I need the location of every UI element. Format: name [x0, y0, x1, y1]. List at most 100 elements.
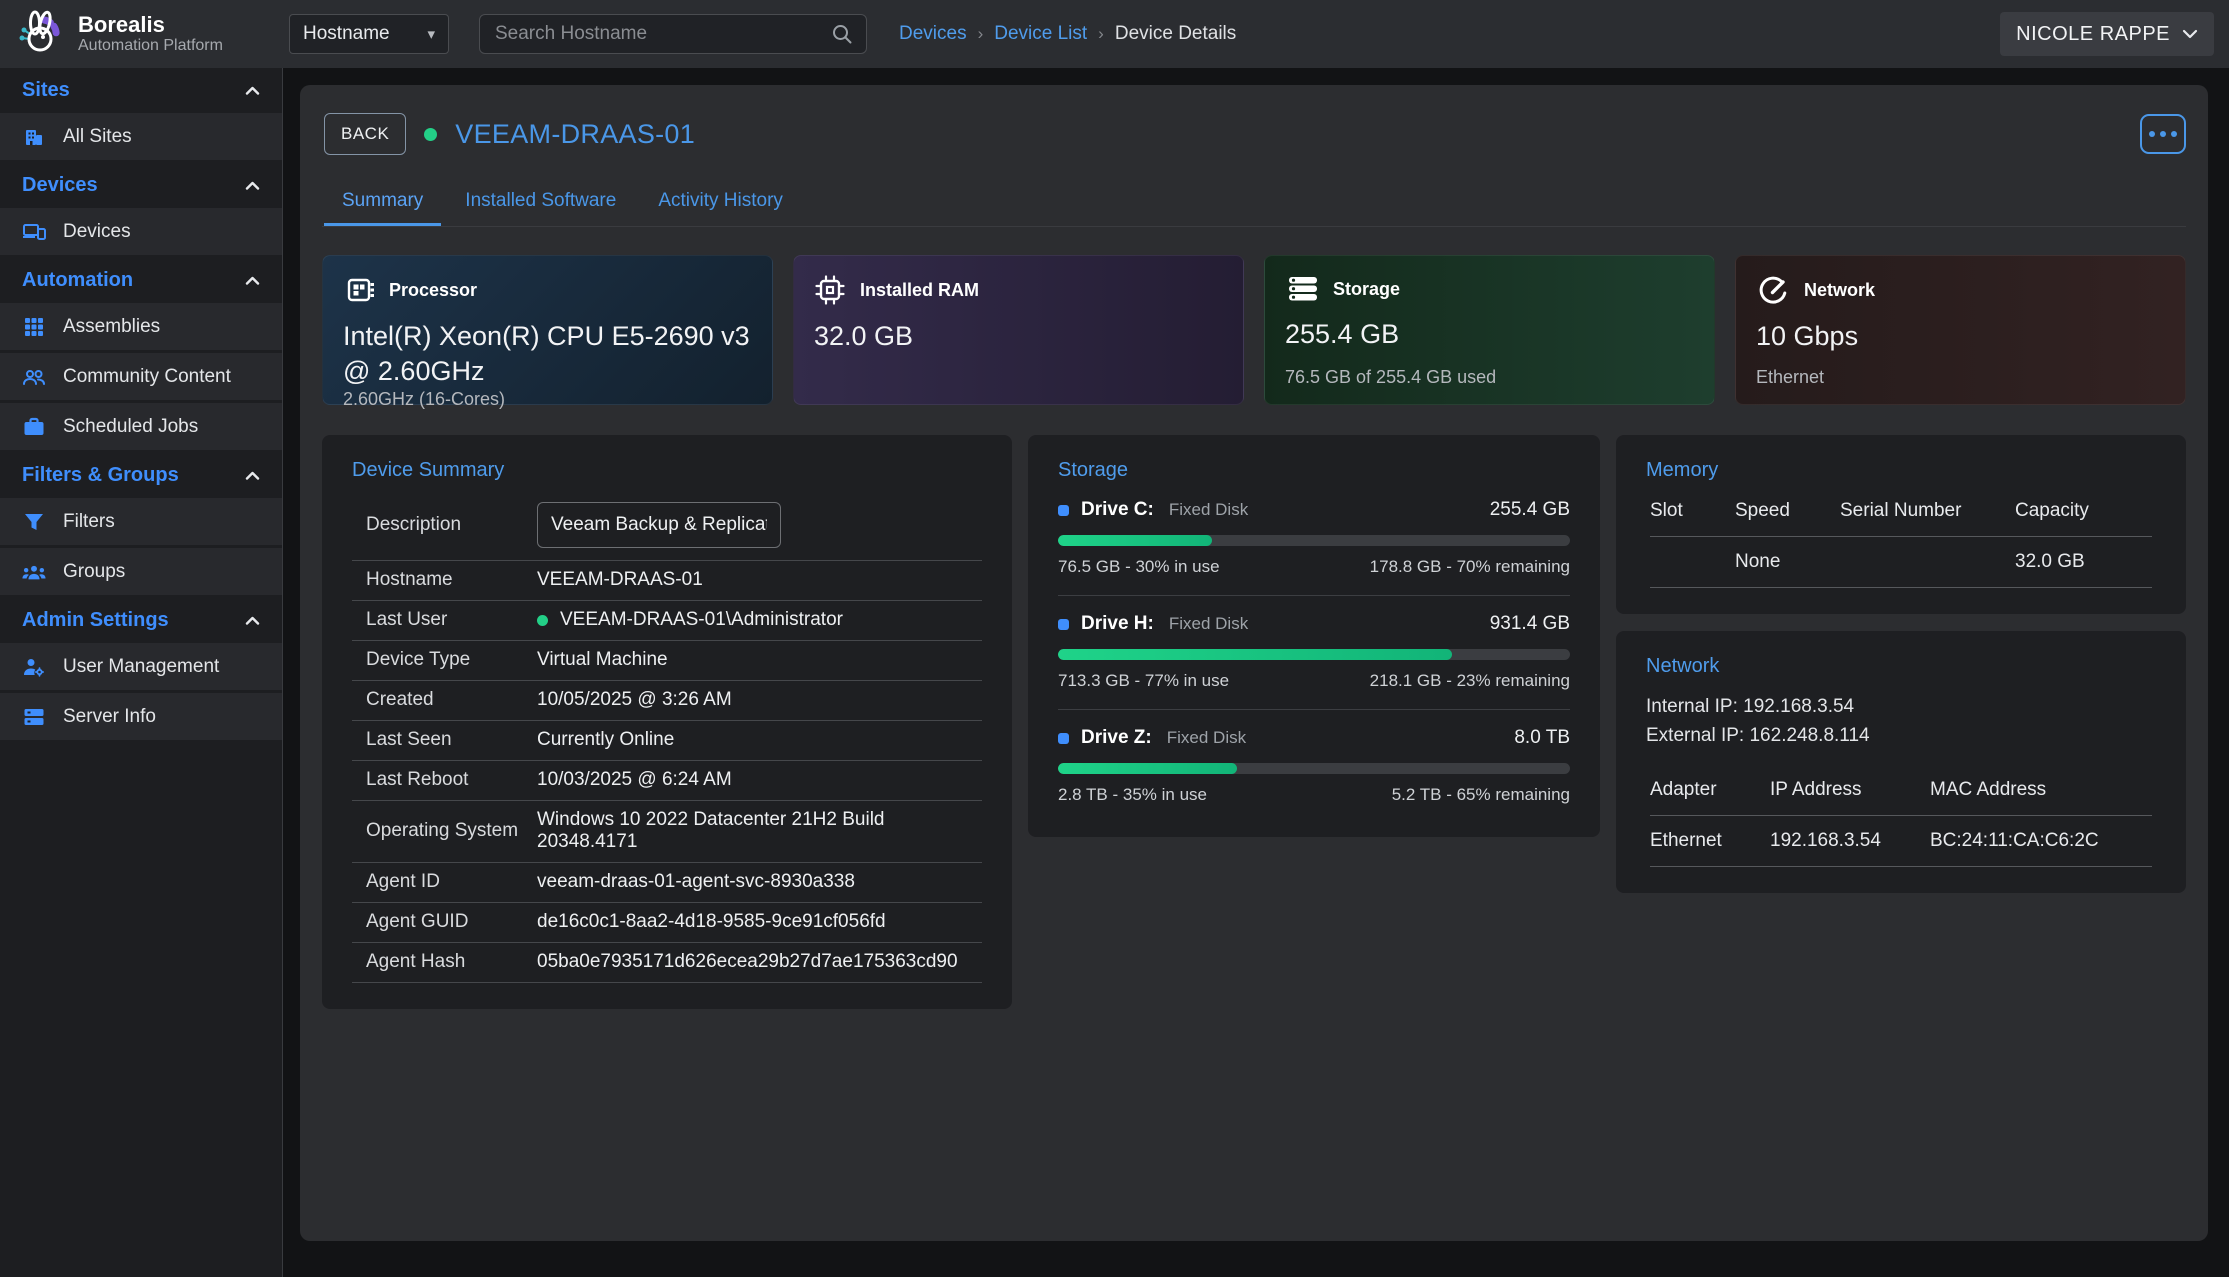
more-actions-button[interactable] — [2140, 114, 2186, 154]
tab-bar: Summary Installed Software Activity Hist… — [322, 177, 2186, 227]
groups-icon — [22, 563, 46, 581]
user-menu-button[interactable]: NICOLE RAPPE — [2000, 12, 2214, 56]
sidebar-item-groups[interactable]: Groups — [0, 548, 282, 595]
drive-remaining-text: 218.1 GB - 23% remaining — [1370, 671, 1570, 691]
section-label: Sites — [22, 79, 70, 102]
drive-used-text: 713.3 GB - 77% in use — [1058, 671, 1229, 691]
user-name: NICOLE RAPPE — [2016, 23, 2170, 46]
sidebar-item-community-content[interactable]: Community Content — [0, 353, 282, 400]
memory-panel: Memory Slot Speed Serial Number Capacity… — [1616, 435, 2186, 614]
breadcrumb-separator: › — [1098, 24, 1104, 44]
ram-value: 32.0 GB — [814, 319, 1223, 354]
card-title: Storage — [1333, 279, 1400, 300]
drive-row: Drive H: Fixed Disk 931.4 GB 713.3 GB - … — [1058, 596, 1570, 710]
search-input[interactable] — [493, 22, 831, 46]
description-input[interactable] — [537, 502, 781, 548]
back-button[interactable]: BACK — [324, 113, 406, 155]
sidebar-item-all-sites[interactable]: All Sites — [0, 113, 282, 160]
chevron-down-icon: ▾ — [427, 25, 435, 43]
right-column: Memory Slot Speed Serial Number Capacity… — [1616, 435, 2186, 893]
panel-title: Network — [1646, 655, 2156, 678]
search-box[interactable] — [479, 14, 867, 54]
chevron-up-icon — [245, 276, 260, 285]
breadcrumb-device-list[interactable]: Device List — [994, 23, 1087, 45]
table-row: Agent Hash 05ba0e7935171d626ecea29b27d7a… — [352, 943, 982, 983]
sidebar-section-filters-groups[interactable]: Filters & Groups — [0, 453, 282, 498]
storage-panel: Storage Drive C: Fixed Disk 255.4 GB 76.… — [1028, 435, 1600, 837]
drive-icon — [1058, 505, 1069, 516]
section-label: Devices — [22, 174, 98, 197]
sidebar-item-label: Server Info — [63, 706, 156, 728]
table-row: Agent ID veeam-draas-01-agent-svc-8930a3… — [352, 863, 982, 903]
topbar: Borealis Automation Platform Hostname ▾ … — [0, 0, 2229, 68]
table-row: Last User VEEAM-DRAAS-01\Administrator — [352, 601, 982, 641]
drive-row: Drive C: Fixed Disk 255.4 GB 76.5 GB - 3… — [1058, 482, 1570, 596]
ellipsis-icon — [2149, 131, 2155, 137]
table-cell: 32.0 GB — [2015, 536, 2152, 588]
briefcase-icon — [22, 417, 46, 437]
storage-card: Storage 255.4 GB 76.5 GB of 255.4 GB use… — [1264, 255, 1715, 405]
table-cell — [1650, 536, 1735, 588]
card-title: Installed RAM — [860, 280, 979, 301]
table-row: Last Reboot 10/03/2025 @ 6:24 AM — [352, 761, 982, 801]
sidebar-item-label: Filters — [63, 511, 115, 533]
table-cell: None — [1735, 536, 1840, 588]
sidebar-item-label: Devices — [63, 221, 131, 243]
sidebar-item-devices[interactable]: Devices — [0, 208, 282, 255]
breadcrumb-devices[interactable]: Devices — [899, 23, 967, 45]
table-cell — [1840, 536, 2015, 588]
user-gear-icon — [22, 657, 46, 677]
sidebar-item-label: User Management — [63, 656, 219, 678]
brand-name: Borealis — [78, 13, 223, 37]
network-card: Network 10 Gbps Ethernet — [1735, 255, 2186, 405]
speedometer-icon — [1756, 274, 1790, 306]
sidebar-section-sites[interactable]: Sites — [0, 68, 282, 113]
section-label: Automation — [22, 269, 133, 292]
storage-value: 255.4 GB — [1285, 317, 1694, 352]
sidebar-section-automation[interactable]: Automation — [0, 258, 282, 303]
device-name-title: VEEAM-DRAAS-01 — [455, 119, 695, 150]
stat-cards: Processor Intel(R) Xeon(R) CPU E5-2690 v… — [322, 255, 2186, 405]
network-subtext: Ethernet — [1756, 367, 2165, 388]
tab-installed-software[interactable]: Installed Software — [447, 177, 634, 226]
brand: Borealis Automation Platform — [0, 8, 283, 60]
tab-activity-history[interactable]: Activity History — [640, 177, 801, 226]
sidebar-item-assemblies[interactable]: Assemblies — [0, 303, 282, 350]
external-ip: External IP: 162.248.8.114 — [1646, 721, 2156, 750]
chevron-up-icon — [245, 86, 260, 95]
drive-usage-bar — [1058, 649, 1570, 660]
online-status-dot — [537, 615, 548, 626]
sidebar-item-filters[interactable]: Filters — [0, 498, 282, 545]
table-row: Hostname VEEAM-DRAAS-01 — [352, 560, 982, 601]
search-icon — [831, 23, 853, 45]
hostname-filter-select[interactable]: Hostname ▾ — [289, 14, 449, 54]
table-row: Operating System Windows 10 2022 Datacen… — [352, 801, 982, 863]
installed-ram-card: Installed RAM 32.0 GB — [793, 255, 1244, 405]
drive-row: Drive Z: Fixed Disk 8.0 TB 2.8 TB - 35% … — [1058, 710, 1570, 811]
storage-subtext: 76.5 GB of 255.4 GB used — [1285, 367, 1694, 388]
tab-summary[interactable]: Summary — [324, 177, 441, 226]
sidebar-item-label: Community Content — [63, 366, 231, 388]
sidebar-section-devices[interactable]: Devices — [0, 163, 282, 208]
drive-remaining-text: 5.2 TB - 65% remaining — [1392, 785, 1570, 805]
drive-icon — [1058, 619, 1069, 630]
card-title: Network — [1804, 280, 1875, 301]
drive-usage-bar — [1058, 763, 1570, 774]
server-icon — [22, 707, 46, 727]
sidebar-item-scheduled-jobs[interactable]: Scheduled Jobs — [0, 403, 282, 450]
disks-icon — [1285, 274, 1319, 304]
device-details-panel: BACK VEEAM-DRAAS-01 Summary Installed So… — [300, 85, 2208, 1241]
sidebar: Sites All Sites Devices Devices Automati… — [0, 68, 283, 1277]
panel-title: Memory — [1646, 459, 2156, 482]
network-panel: Network Internal IP: 192.168.3.54 Extern… — [1616, 631, 2186, 893]
funnel-icon — [22, 512, 46, 532]
sidebar-item-server-info[interactable]: Server Info — [0, 693, 282, 740]
card-title: Processor — [389, 280, 477, 301]
sidebar-section-admin-settings[interactable]: Admin Settings — [0, 598, 282, 643]
table-row: Created 10/05/2025 @ 3:26 AM — [352, 681, 982, 721]
sidebar-item-user-management[interactable]: User Management — [0, 643, 282, 690]
chevron-down-icon — [2182, 29, 2198, 39]
sidebar-item-label: Groups — [63, 561, 125, 583]
breadcrumb-separator: › — [978, 24, 984, 44]
ram-chip-icon — [814, 274, 846, 306]
